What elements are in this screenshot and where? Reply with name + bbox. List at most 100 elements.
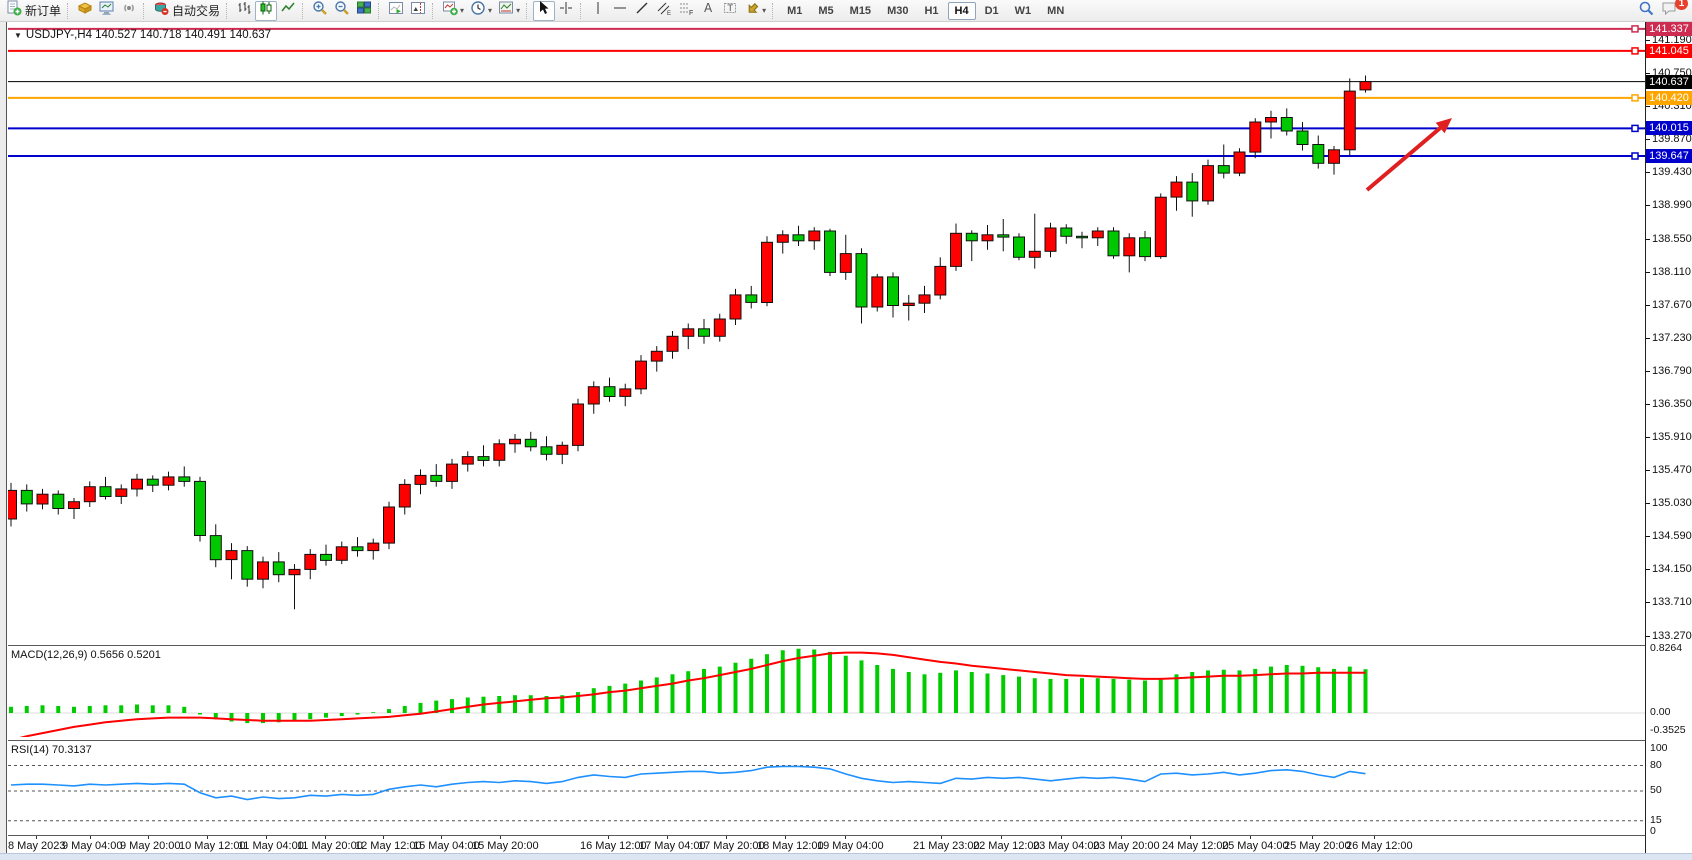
- horizontal-line-button[interactable]: [609, 1, 631, 21]
- candle-body: [352, 547, 363, 551]
- date-tick: [785, 836, 786, 839]
- date-label: 24 May 12:00: [1162, 840, 1229, 852]
- auto-scroll-button[interactable]: [385, 1, 407, 21]
- toolbar-separator: [302, 3, 306, 19]
- date-tick: [207, 836, 208, 839]
- indicators-dropdown[interactable]: ▾: [439, 1, 467, 21]
- timeframe-button-H4[interactable]: H4: [948, 2, 976, 20]
- date-tick: [845, 836, 846, 839]
- equidistant-channel-button[interactable]: E: [653, 1, 675, 21]
- date-label: 18 May 12:00: [757, 840, 824, 852]
- timeframe-button-M15[interactable]: M15: [843, 2, 878, 20]
- chart-title-text: USDJPY-,H4 140.527 140.718 140.491 140.6…: [26, 29, 271, 41]
- date-tick: [441, 836, 442, 839]
- tile-windows-button[interactable]: [353, 1, 375, 21]
- autotrading-icon: [153, 0, 169, 21]
- vertical-line-button[interactable]: [587, 1, 609, 21]
- terminal-icon: [99, 0, 115, 21]
- timeframe-button-M30[interactable]: M30: [880, 2, 915, 20]
- chart-shift-button[interactable]: [407, 1, 429, 21]
- date-tick: [608, 836, 609, 839]
- zoom-in-button[interactable]: [309, 1, 331, 21]
- rsi-line: [11, 766, 1366, 799]
- chat-button[interactable]: 1: [1658, 1, 1682, 21]
- candlestick-chart-button[interactable]: [255, 1, 277, 21]
- candle-body: [982, 235, 993, 241]
- date-label: 25 May 04:00: [1222, 840, 1289, 852]
- chart-title-caret-icon[interactable]: ▼: [14, 31, 22, 40]
- price-badge-139.647: 139.647: [1646, 149, 1692, 163]
- timeframe-button-D1[interactable]: D1: [978, 2, 1006, 20]
- candle-body: [1266, 118, 1277, 123]
- price-tick-135.910: 135.910: [1652, 431, 1692, 443]
- fibonacci-button[interactable]: F: [675, 1, 697, 21]
- auto-scroll-icon: [388, 0, 404, 21]
- candle-body: [431, 475, 442, 481]
- candle-body: [1061, 228, 1072, 236]
- date-label: 15 May 20:00: [472, 840, 539, 852]
- hline-handle[interactable]: [1632, 48, 1638, 54]
- window-left-edge: [0, 22, 7, 860]
- candle-body: [195, 481, 206, 535]
- candle-body: [730, 295, 741, 319]
- trendline-button[interactable]: [631, 1, 653, 21]
- terminal-button[interactable]: [96, 1, 118, 21]
- text-label-button[interactable]: T: [719, 1, 741, 21]
- templates-dropdown[interactable]: ▾: [495, 1, 523, 21]
- candle-body: [478, 457, 489, 461]
- gold-box-button[interactable]: [74, 1, 96, 21]
- arrows-dropdown[interactable]: ▾: [741, 1, 769, 21]
- candle-body: [1155, 197, 1166, 256]
- price-tick-133.710: 133.710: [1652, 596, 1692, 608]
- new-order-button[interactable]: 新订单: [3, 1, 64, 21]
- timeframe-button-MN[interactable]: MN: [1040, 2, 1071, 20]
- fibonacci-icon: F: [678, 0, 694, 21]
- chevron-down-icon: ▾: [460, 6, 464, 15]
- candle-body: [1092, 231, 1103, 238]
- text-icon: A: [700, 0, 716, 21]
- periods-dropdown[interactable]: ▾: [467, 1, 495, 21]
- svg-text:A: A: [704, 1, 713, 15]
- autotrading-button[interactable]: 自动交易: [150, 1, 223, 21]
- rsi-canvas[interactable]: [8, 741, 1645, 835]
- candle-body: [69, 502, 80, 509]
- candle-body: [210, 536, 221, 560]
- text-button[interactable]: A: [697, 1, 719, 21]
- candle-body: [8, 490, 17, 519]
- rsi-axis-label: 0: [1650, 825, 1656, 837]
- candle-body: [1171, 182, 1182, 197]
- crosshair-button[interactable]: [555, 1, 577, 21]
- bar-chart-button[interactable]: [233, 1, 255, 21]
- hline-handle[interactable]: [1632, 95, 1638, 101]
- candle-body: [116, 489, 127, 497]
- search-button[interactable]: [1635, 1, 1658, 21]
- date-label: 15 May 04:00: [413, 840, 480, 852]
- hline-handle[interactable]: [1632, 153, 1638, 159]
- notification-badge: 1: [1675, 0, 1688, 10]
- macd-canvas[interactable]: [8, 646, 1645, 737]
- line-chart-button[interactable]: [277, 1, 299, 21]
- candle-body: [856, 254, 867, 307]
- date-label: 8 May 2023: [8, 840, 65, 852]
- price-tick-135.470: 135.470: [1652, 464, 1692, 476]
- signals-button[interactable]: [118, 1, 140, 21]
- main-chart-canvas[interactable]: [8, 22, 1645, 645]
- hline-handle[interactable]: [1632, 125, 1638, 131]
- candle-body: [1313, 145, 1324, 164]
- timeframe-button-M1[interactable]: M1: [780, 2, 809, 20]
- cursor-button[interactable]: [533, 1, 555, 21]
- date-tick: [90, 836, 91, 839]
- candle-body: [683, 329, 694, 337]
- candle-body: [179, 477, 190, 482]
- hline-handle[interactable]: [1632, 26, 1638, 32]
- date-label: 25 May 20:00: [1284, 840, 1351, 852]
- timeframe-button-H1[interactable]: H1: [917, 2, 945, 20]
- zoom-out-button[interactable]: [331, 1, 353, 21]
- chevron-down-icon: ▾: [488, 6, 492, 15]
- candle-body: [273, 562, 284, 575]
- price-axis[interactable]: 141.190140.750140.310139.870139.430138.9…: [1645, 22, 1692, 860]
- timeframe-button-M5[interactable]: M5: [811, 2, 840, 20]
- candle-body: [793, 235, 804, 241]
- candle-body: [588, 387, 599, 404]
- timeframe-button-W1[interactable]: W1: [1008, 2, 1039, 20]
